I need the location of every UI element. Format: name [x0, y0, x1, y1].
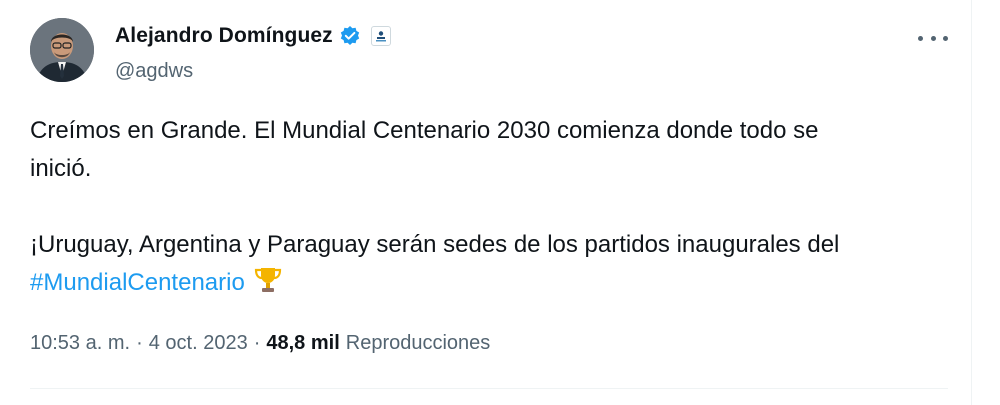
tweet-text: Creímos en Grande. El Mundial Centenario… [30, 112, 950, 307]
tweet-text-line: Creímos en Grande. El Mundial Centenario… [30, 117, 819, 144]
tweet-text-line: inició. [30, 155, 92, 182]
tweet-header: Alejandro Domínguez @agdws [30, 18, 960, 88]
verified-badge-icon [339, 25, 361, 47]
trophy-icon [253, 265, 283, 307]
tweet-time[interactable]: 10:53 a. m. [30, 332, 130, 355]
tweet-date[interactable]: 4 oct. 2023 [149, 332, 248, 355]
name-row: Alejandro Domínguez [115, 24, 391, 48]
tweet-text-line: ¡Uruguay, Argentina y Paraguay serán sed… [30, 231, 840, 258]
avatar-photo [30, 18, 94, 82]
hashtag-link[interactable]: #MundialCentenario [30, 269, 245, 296]
avatar[interactable] [30, 18, 94, 82]
tweet-text-line: #MundialCentenario [30, 264, 950, 307]
meta-separator: · [136, 332, 143, 354]
affiliation-badge-icon[interactable] [370, 26, 391, 46]
tweet-meta: 10:53 a. m. · 4 oct. 2023 · 48,8 mil Rep… [30, 332, 490, 355]
meta-separator: · [253, 332, 261, 354]
tweet-card: Alejandro Domínguez @agdws Creímos en Gr… [0, 0, 972, 405]
more-options-icon[interactable] [918, 28, 948, 48]
views-count: 48,8 mil [266, 332, 340, 354]
author-handle[interactable]: @agdws [115, 60, 193, 83]
views-label: Reproducciones [345, 332, 491, 354]
author-name[interactable]: Alejandro Domínguez [115, 24, 333, 48]
divider [30, 388, 948, 389]
